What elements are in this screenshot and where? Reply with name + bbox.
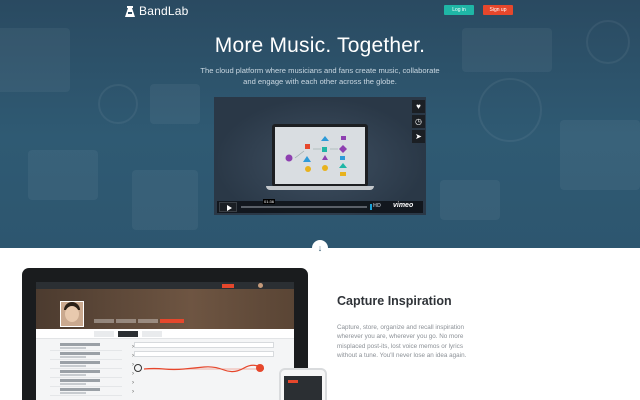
profile-tab bbox=[138, 319, 158, 323]
idea-editor bbox=[134, 342, 274, 400]
laptop-illustration bbox=[272, 124, 368, 187]
hd-toggle[interactable]: HD bbox=[373, 203, 381, 209]
feature-title: Capture Inspiration bbox=[337, 294, 452, 308]
play-button[interactable] bbox=[219, 202, 237, 212]
profile-banner bbox=[36, 289, 294, 329]
list-item-subtitle bbox=[60, 383, 86, 385]
bandlab-logo-icon bbox=[125, 5, 135, 17]
arrow-down-icon: ↓ bbox=[317, 243, 323, 253]
list-item-title bbox=[60, 370, 100, 373]
list-item-subtitle bbox=[60, 374, 86, 376]
list-item-title bbox=[60, 379, 100, 382]
share-button[interactable]: ➤ bbox=[412, 130, 425, 143]
subtab bbox=[142, 331, 162, 337]
profile-tab bbox=[116, 319, 136, 323]
idea-list: › › › › › › bbox=[50, 342, 134, 396]
play-icon bbox=[227, 205, 232, 211]
profile-tabs bbox=[94, 319, 184, 323]
bg-card bbox=[440, 180, 500, 220]
list-item-subtitle bbox=[60, 365, 86, 367]
subtab-active bbox=[118, 331, 138, 337]
hero-section: BandLab Log in Sign up More Music. Toget… bbox=[0, 0, 640, 248]
list-item-subtitle bbox=[60, 356, 86, 358]
bg-card bbox=[150, 84, 200, 124]
time-label: 01:36 bbox=[263, 199, 276, 204]
app-screenshot: › › › › › › bbox=[36, 282, 294, 400]
bg-card bbox=[560, 120, 640, 190]
app-navbar bbox=[36, 282, 294, 289]
waveform-play-icon bbox=[134, 364, 142, 372]
volume-icon[interactable] bbox=[370, 204, 372, 210]
hero-subtitle: The cloud platform where musicians and f… bbox=[200, 66, 440, 86]
like-button[interactable]: ♥ bbox=[412, 100, 425, 113]
feature-description: Capture, store, organize and recall insp… bbox=[337, 324, 467, 360]
profile-tab-active bbox=[160, 319, 184, 323]
hero-title: More Music. Together. bbox=[214, 34, 426, 57]
progress-bar[interactable]: 01:36 bbox=[241, 199, 367, 208]
app-nav-avatar bbox=[258, 283, 263, 288]
list-item-title bbox=[60, 388, 100, 391]
profile-tab bbox=[94, 319, 114, 323]
phone-app-bar bbox=[288, 380, 298, 383]
instrument-shapes-illustration bbox=[285, 136, 347, 176]
waveform bbox=[144, 364, 264, 373]
phone-mockup bbox=[279, 368, 327, 400]
signup-button[interactable]: Sign up bbox=[483, 5, 513, 15]
phone-screen bbox=[284, 376, 322, 400]
list-item-subtitle bbox=[60, 347, 86, 349]
list-item: › bbox=[50, 369, 134, 378]
scroll-down-button[interactable]: ↓ bbox=[312, 240, 328, 256]
app-subnav bbox=[36, 329, 294, 339]
desktop-mockup: › › › › › › bbox=[22, 268, 308, 400]
list-item: › bbox=[50, 342, 134, 351]
laptop-base bbox=[266, 186, 374, 190]
page: BandLab Log in Sign up More Music. Toget… bbox=[0, 0, 640, 400]
top-nav: BandLab Log in Sign up bbox=[0, 0, 640, 22]
send-icon: ➤ bbox=[415, 132, 422, 141]
editor-field bbox=[134, 342, 274, 348]
list-item-title bbox=[60, 343, 100, 346]
list-item: › bbox=[50, 351, 134, 360]
avatar-face bbox=[65, 306, 79, 322]
subtab bbox=[94, 331, 114, 337]
app-nav-button bbox=[222, 283, 234, 288]
profile-avatar bbox=[60, 301, 84, 327]
watch-later-button[interactable]: ◷ bbox=[412, 115, 425, 128]
login-button[interactable]: Log in bbox=[444, 5, 474, 15]
brand-name: BandLab bbox=[139, 4, 189, 18]
logo[interactable]: BandLab bbox=[125, 4, 188, 18]
list-item: › bbox=[50, 360, 134, 369]
list-item: › bbox=[50, 378, 134, 387]
list-item: › bbox=[50, 387, 134, 396]
vimeo-logo[interactable]: vimeo bbox=[393, 202, 413, 209]
record-icon bbox=[256, 364, 264, 372]
bg-circle bbox=[478, 78, 542, 142]
bg-circle bbox=[98, 84, 138, 124]
list-item-title bbox=[60, 352, 100, 355]
clock-icon: ◷ bbox=[415, 117, 422, 126]
editor-field bbox=[134, 351, 274, 357]
list-item-title bbox=[60, 361, 100, 364]
list-item-subtitle bbox=[60, 392, 86, 394]
bg-card bbox=[132, 170, 198, 230]
heart-icon: ♥ bbox=[416, 102, 421, 111]
video-player[interactable]: ♥ ◷ ➤ 01:36 HD vimeo bbox=[214, 97, 426, 215]
video-controls: 01:36 HD vimeo bbox=[217, 199, 423, 213]
bg-card bbox=[28, 150, 98, 200]
